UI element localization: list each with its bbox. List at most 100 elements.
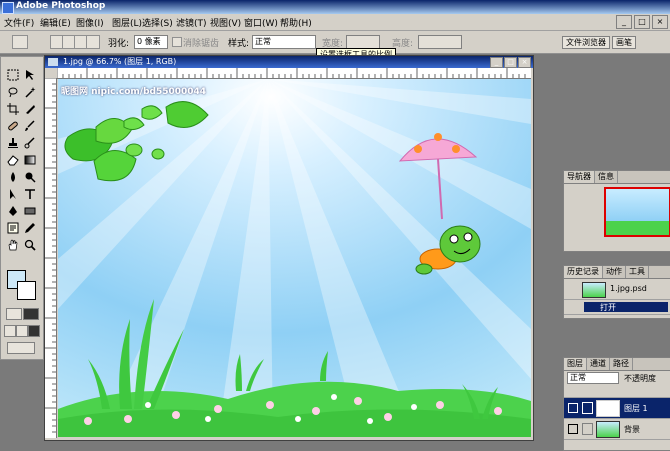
antialias-label: 消除锯齿 [183,39,220,49]
layer-name: 背景 [624,425,640,434]
brush-tool-icon[interactable] [24,120,36,132]
blend-mode-select[interactable]: 正常 [567,372,619,384]
menu-bar: 文件(F) 编辑(E) 图像(I) 图层(L) 选择(S) 滤镜(T) 视图(V… [0,14,670,31]
quick-mask-icon[interactable] [23,308,39,320]
width-input[interactable] [346,35,380,49]
screen-mode-full-menu-icon[interactable] [16,325,28,337]
doc-minimize-icon[interactable]: _ [490,57,503,68]
minimize-icon[interactable]: _ [616,15,632,29]
feather-label: 羽化: [108,39,130,49]
photoshop-app-icon [2,2,14,14]
tab-history[interactable]: 历史记录 [564,266,603,278]
layer-name: 图层 1 [624,404,648,413]
snapshot-thumbnail [582,282,606,298]
vertical-ruler-ticks [45,77,56,433]
lasso-tool-icon[interactable] [7,86,19,98]
type-tool-icon[interactable] [24,188,36,200]
brushes-tab[interactable]: 画笔 [612,36,636,49]
standard-mode-icon[interactable] [6,308,22,320]
horizontal-ruler-ticks [56,68,526,78]
eraser-tool-icon[interactable] [7,154,19,166]
marquee-tool-icon[interactable] [7,69,19,81]
jump-to-imageready-icon[interactable] [7,342,35,354]
close-icon[interactable]: × [652,15,668,29]
menu-file[interactable]: 文件(F) [4,16,34,29]
maximize-icon[interactable]: □ [634,15,650,29]
document-window: 1.jpg @ 66.7% (图层 1, RGB) _ □ × 昵图网 nipi… [44,55,534,441]
crop-tool-icon[interactable] [7,103,19,115]
lock-row [564,385,670,398]
feather-input[interactable]: 0 像素 [134,35,168,49]
dodge-tool-icon[interactable] [24,171,36,183]
intersect-selection-icon[interactable] [86,35,100,49]
eyedropper-tool-icon[interactable] [24,222,36,234]
document-icon [48,58,58,66]
tab-actions[interactable]: 动作 [603,266,626,278]
healing-brush-icon[interactable] [7,120,19,132]
screen-mode-full-icon[interactable] [28,325,40,337]
layers-panel: 图层 通道 路径 正常 不透明度 图层 1 背景 [563,357,670,451]
toolbox [0,56,44,360]
tab-layers[interactable]: 图层 [564,358,587,370]
document-window-controls: _ □ × [490,57,531,68]
menu-filter[interactable]: 滤镜(T) [176,16,207,29]
file-browser-tab[interactable]: 文件浏览器 [562,36,610,49]
layer-thumbnail [596,421,620,438]
magic-wand-icon[interactable] [24,86,36,98]
menu-edit[interactable]: 编辑(E) [40,16,71,29]
horizontal-ruler[interactable] [56,68,531,79]
navigator-thumbnail[interactable] [604,187,670,237]
background-color-swatch[interactable] [17,281,36,300]
blur-tool-icon[interactable] [7,171,19,183]
eye-icon[interactable] [568,424,578,434]
move-tool-icon[interactable] [24,69,36,81]
notes-tool-icon[interactable] [7,222,19,234]
image-canvas[interactable]: 昵图网 nipic.com/bd55000044 [58,79,531,437]
window-controls: _ □ × [616,15,668,29]
vertical-ruler[interactable] [45,77,57,438]
brush-link-icon[interactable] [582,402,593,414]
style-label: 样式: [228,39,250,49]
menu-view[interactable]: 视图(V) [210,16,241,29]
history-panel: 历史记录 动作 工具 1.jpg.psd 打开 [563,265,670,319]
tab-tool-presets[interactable]: 工具 [626,266,649,278]
antialias-checkbox[interactable] [172,37,182,47]
style-select[interactable]: 正常 [252,35,316,49]
layer-row[interactable]: 图层 1 [564,398,670,419]
link-icon[interactable] [582,423,593,435]
menu-select[interactable]: 选择(S) [142,16,173,29]
menu-layer[interactable]: 图层(L) [112,16,142,29]
height-input[interactable] [418,35,462,49]
tab-navigator[interactable]: 导航器 [564,171,595,183]
pen-tool-icon[interactable] [7,205,19,217]
tab-channels[interactable]: 通道 [587,358,610,370]
hand-tool-icon[interactable] [7,239,19,251]
menu-help[interactable]: 帮助(H) [280,16,312,29]
doc-close-icon[interactable]: × [518,57,531,68]
history-step-row[interactable]: 打开 [564,300,670,315]
slice-tool-icon[interactable] [24,103,36,115]
path-select-icon[interactable] [7,188,19,200]
layer-row[interactable]: 背景 [564,419,670,440]
menu-image[interactable]: 图像(I) [76,16,104,29]
history-step-label: 打开 [600,303,616,312]
palette-well: 文件浏览器 画笔 [560,36,636,49]
gradient-tool-icon[interactable] [24,154,36,166]
menu-window[interactable]: 窗口(W) [244,16,278,29]
rectangle-tool-icon[interactable] [24,205,36,217]
layer-thumbnail [596,400,620,417]
title-bar: Adobe Photoshop [0,0,670,14]
history-brush-icon[interactable] [24,137,36,149]
tab-info[interactable]: 信息 [595,171,618,183]
history-step-highlight [584,302,668,312]
zoom-tool-icon[interactable] [24,239,36,251]
clone-stamp-icon[interactable] [7,137,19,149]
history-snapshot-row[interactable]: 1.jpg.psd [564,279,670,300]
screen-mode-standard-icon[interactable] [4,325,16,337]
doc-maximize-icon[interactable]: □ [504,57,517,68]
document-title-bar[interactable]: 1.jpg @ 66.7% (图层 1, RGB) _ □ × [45,56,533,68]
rect-marquee-preset-icon[interactable] [12,35,28,49]
tab-paths[interactable]: 路径 [610,358,633,370]
navigator-panel: 导航器 信息 [563,170,670,252]
eye-icon[interactable] [568,403,578,413]
